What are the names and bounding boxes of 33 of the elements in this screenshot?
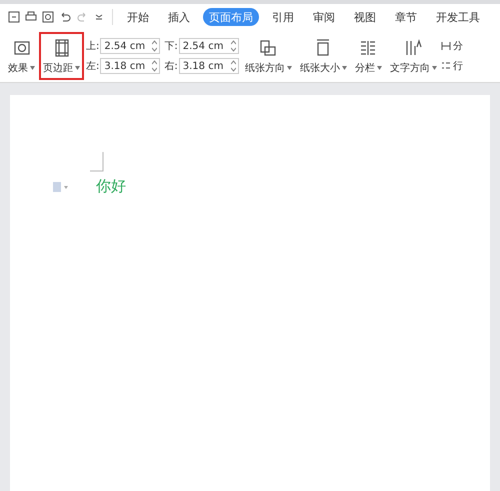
page-break-icon [440,41,451,51]
spinner-icon [152,60,158,72]
caret-icon [376,66,382,70]
ribbon-tab[interactable]: 插入 [162,8,196,26]
spinner-icon [230,40,236,52]
spinner-icon [152,40,158,52]
caret-icon [30,66,35,70]
caret-icon [342,66,347,70]
margin-corner-mark [90,152,104,172]
ribbon-button[interactable]: 行 [440,59,463,73]
margin-field[interactable]: 2.54 cm [178,38,239,54]
ribbon-tab[interactable]: 视图 [348,8,382,26]
page-orientation-icon [258,38,278,58]
margin-field[interactable]: 3.18 cm [100,58,160,74]
ribbon-tab[interactable]: 章节 [389,8,423,26]
spinner-icon [230,60,236,72]
line-numbers-icon [440,61,451,71]
margin-field[interactable]: 3.18 cm [178,58,239,74]
caret-icon [286,66,292,70]
margin-label: 左: [86,60,100,73]
ribbon-tab[interactable]: 审阅 [307,8,341,26]
ribbon-tab[interactable]: 开始 [121,8,155,26]
caret-icon [75,66,80,70]
margins-button[interactable]: 页边距 [39,32,84,80]
caret-icon [432,66,437,70]
margin-label: 上: [86,40,100,53]
ribbon-button[interactable]: 分 [440,39,463,53]
ribbon-tab[interactable]: 引用 [266,8,300,26]
document-text: 你好 [96,177,126,196]
margin-label: 下: [164,40,178,53]
ribbon-tab[interactable]: 开发工具 [430,8,486,26]
margin-field[interactable]: 2.54 cm [100,38,160,54]
margin-label: 右: [164,60,178,73]
